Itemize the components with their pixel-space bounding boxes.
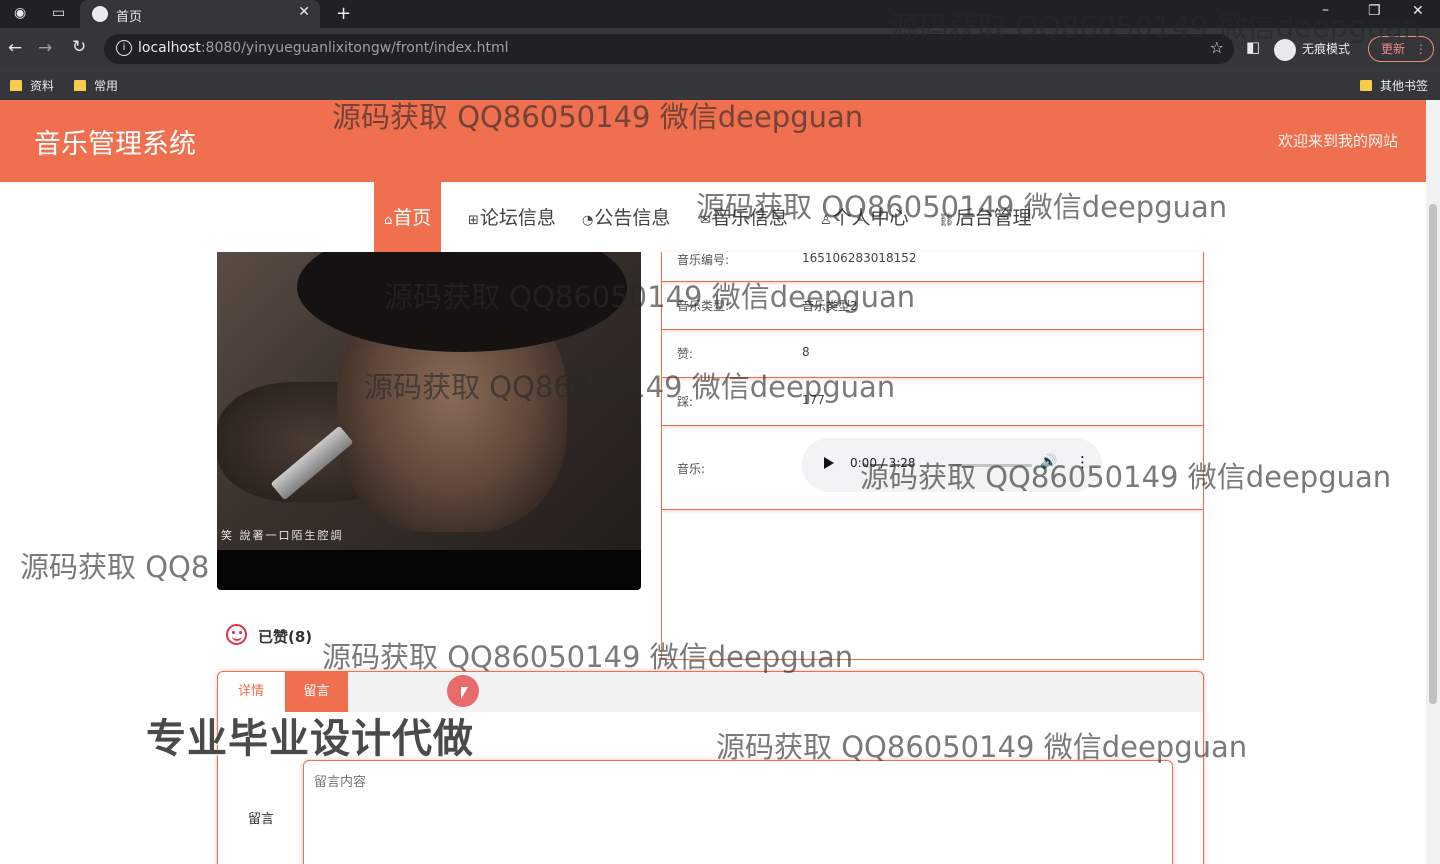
url-text: localhost:8080/yinyueguanlixitongw/front… (138, 40, 509, 56)
page-scrollbar[interactable] (1426, 100, 1440, 864)
info-value: 8 (802, 345, 810, 359)
forward-icon[interactable]: → (38, 38, 52, 58)
watermark: 源码获取 QQ86050149 微信deepguan (860, 460, 1392, 494)
comment-input[interactable] (303, 760, 1173, 864)
like-label: 已赞(8) (258, 628, 313, 646)
gauge-icon: ◔ (582, 213, 594, 228)
info-label: 赞: (677, 347, 694, 361)
watermark: 源码获取 QQ86050149 微信deepguan (716, 730, 1248, 764)
close-tab-icon[interactable]: ✕ (298, 4, 310, 20)
info-label: 音乐: (677, 462, 706, 476)
watermark: 源码获取 QQ8 (20, 550, 210, 584)
new-tab-icon[interactable]: + (336, 3, 351, 24)
watermark: 源码获取 QQ86050149 微信deepguan (364, 370, 896, 404)
bookmark-label: 常用 (94, 79, 119, 93)
site-title: 音乐管理系统 (34, 129, 196, 159)
bookmark-label: 资料 (30, 79, 55, 93)
home-icon: ⌂ (384, 213, 393, 228)
watermark: 源码获取 QQ86050149 微信deepguan (332, 100, 864, 134)
folder-icon (10, 80, 22, 91)
cover-letterbox (217, 550, 641, 590)
mouse-cursor-icon (461, 687, 468, 699)
bookmark-folder-ziliao[interactable]: 资料 (10, 76, 54, 96)
bookmark-folder-changyong[interactable]: 常用 (74, 76, 118, 96)
info-value: 165106283018152 (802, 251, 917, 265)
folder-icon (74, 80, 86, 91)
detail-tab-panel: 详情 留言 留言 (217, 671, 1204, 864)
browser-tab-title: 首页 (116, 10, 143, 25)
url-host: localhost (138, 40, 201, 56)
promo-overlay: 专业毕业设计代做 (146, 716, 474, 762)
chrome-menu-icon[interactable]: ◉ (14, 5, 26, 21)
click-indicator (447, 675, 479, 707)
cover-subtitle: 笑 說著一口陌生腔調 (221, 529, 344, 542)
browser-tab[interactable]: 首页 ✕ (80, 0, 320, 28)
bookmark-label: 其他书签 (1380, 79, 1429, 93)
back-icon[interactable]: ← (8, 38, 22, 58)
reload-icon[interactable]: ↻ (72, 37, 86, 57)
globe-icon (92, 6, 108, 22)
welcome-text: 欢迎来到我的网站 (1277, 132, 1398, 150)
grid-icon: ⊞ (468, 213, 479, 228)
watermark: 源码获取 QQ86050149 微信deepguan (890, 10, 1422, 44)
nav-label: 首页 (393, 207, 432, 229)
nav-forum[interactable]: ⊞论坛信息 (468, 182, 556, 254)
watermark: 源码获取 QQ86050149 微信deepguan (322, 640, 854, 674)
info-label: 音乐编号: (677, 253, 730, 267)
nav-home[interactable]: ⌂首页 (374, 182, 442, 254)
comment-label: 留言 (248, 812, 275, 827)
nav-notice[interactable]: ◔公告信息 (582, 182, 670, 254)
scrollbar-thumb[interactable] (1429, 204, 1437, 704)
play-icon[interactable] (824, 457, 834, 469)
folder-icon (1360, 80, 1372, 91)
nav-label: 论坛信息 (479, 207, 556, 229)
smile-icon (226, 624, 247, 645)
tab-search-icon[interactable]: ▭ (52, 5, 65, 21)
watermark: 源码获取 QQ86050149 微信deepguan (384, 280, 916, 314)
other-bookmarks[interactable]: 其他书签 (1360, 76, 1428, 96)
watermark: 源码获取 QQ86050149 微信deepguan (696, 190, 1228, 224)
nav-label: 公告信息 (594, 207, 671, 229)
url-path: :8080/yinyueguanlixitongw/front/index.ht… (200, 40, 509, 56)
site-info-icon[interactable]: i (116, 40, 132, 56)
